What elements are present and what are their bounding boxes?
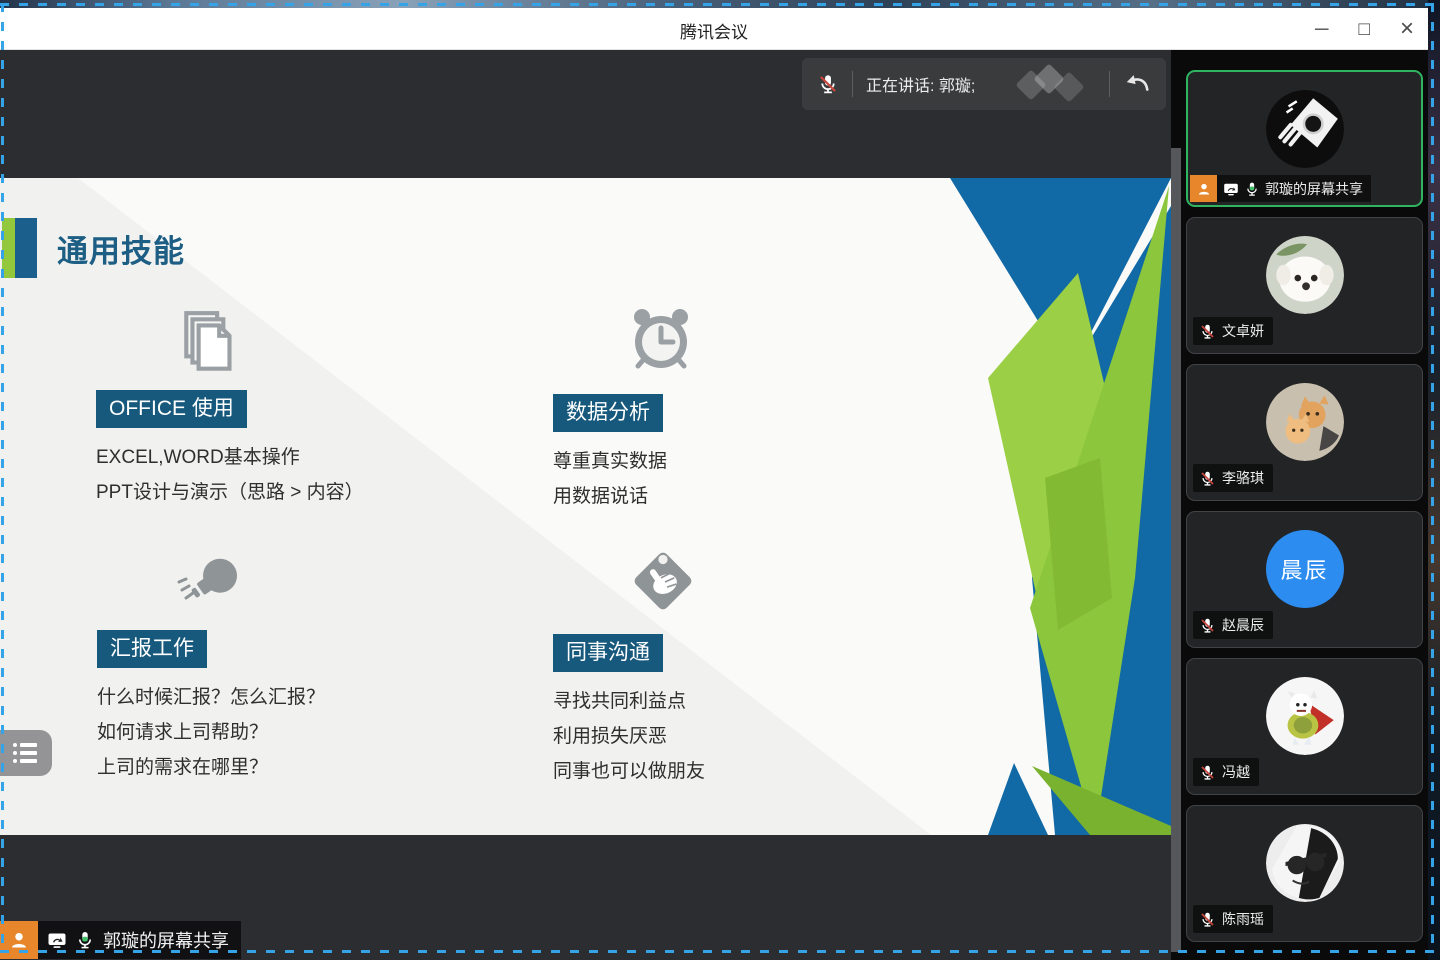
list-icon [9,738,43,768]
participant-tile-zhaochenchen[interactable]: 晨辰 赵晨辰 [1186,511,1423,648]
tile-name-label: 李骆琪 [1193,464,1273,492]
screen-share-icon [47,930,67,950]
tile-name-label: 文卓妍 [1193,317,1273,345]
panel-toggle-button[interactable] [0,730,52,776]
section-line: 同事也可以做朋友 [553,754,705,789]
share-banner: 郭璇的屏幕共享 [0,921,241,959]
speaker-toolbar: 正在讲话: 郭璇; [802,58,1166,110]
mic-muted-icon [1199,617,1216,634]
participant-name: 冯越 [1222,762,1250,782]
toolbar-divider [1109,71,1110,97]
section-communication: 同事沟通 寻找共同利益点 利用损失厌恶 同事也可以做朋友 [553,634,705,789]
share-border-bottom [0,950,1434,953]
initials-avatar: 晨辰 [1266,530,1344,608]
cartoon-avatar [1266,677,1344,755]
share-banner-label: 郭璇的屏幕共享 [38,921,241,959]
participant-name: 陈雨瑶 [1222,909,1264,929]
presentation-slide: 通用技能 [0,178,1171,835]
section-line: 尊重真实数据 [553,444,667,479]
participant-name: 文卓妍 [1222,321,1264,341]
lightbulb-icon [168,550,254,614]
window-titlebar: 腾讯会议 ─ □ × [0,8,1428,50]
presenter-badge [0,921,38,959]
stage-sidebar-divider[interactable] [1171,148,1181,952]
mic-muted-icon [817,73,839,95]
manga-avatar [1266,824,1344,902]
section-badge: 汇报工作 [97,630,207,668]
app-window: 腾讯会议 ─ □ × 正在讲话: 郭璇; [0,0,1440,960]
tag-hand-icon [624,542,702,620]
alarm-clock-icon [626,304,696,374]
section-badge: 同事沟通 [553,634,663,672]
section-office: OFFICE 使用 EXCEL,WORD基本操作 PPT设计与演示（思路 > 内… [96,390,364,510]
cats-avatar [1266,383,1344,461]
section-line: PPT设计与演示（思路 > 内容） [96,475,364,510]
participant-tile-wenzhuoyan[interactable]: 文卓妍 [1186,217,1423,354]
section-badge: OFFICE 使用 [96,390,247,428]
section-line: EXCEL,WORD基本操作 [96,440,364,475]
person-icon [1196,181,1212,197]
section-data-analysis: 数据分析 尊重真实数据 用数据说话 [553,394,667,514]
mic-muted-icon [1199,764,1216,781]
mic-live-icon [75,930,95,950]
participant-name: 郭璇的屏幕共享 [1265,179,1363,199]
section-line: 寻找共同利益点 [553,684,705,719]
participant-name: 李骆琪 [1222,468,1264,488]
documents-icon [176,306,248,382]
participant-tile-chenyuyao[interactable]: 陈雨瑶 [1186,805,1423,942]
tile-name-label: 赵晨辰 [1193,611,1273,639]
share-border-right [1431,3,1434,950]
section-line: 如何请求上司帮助？ [97,715,325,750]
close-button[interactable]: × [1400,17,1414,41]
toolbar-divider [852,71,853,97]
mic-muted-icon [1199,323,1216,340]
participant-tile-liluoqi[interactable]: 李骆琪 [1186,364,1423,501]
mic-muted-icon [1199,470,1216,487]
screen-share-stage: 正在讲话: 郭璇; 通用技能 [0,50,1171,960]
section-line: 上司的需求在哪里？ [97,750,325,785]
section-line: 利用损失厌恶 [553,719,705,754]
title-marker-blue [15,218,37,278]
participant-tile-fengyue[interactable]: 冯越 [1186,658,1423,795]
participants-sidebar: 郭璇的屏幕共享 [1171,50,1428,960]
window-title: 腾讯会议 [680,18,748,43]
screen-share-icon [1223,181,1239,197]
watch-hand-avatar [1266,90,1344,168]
reply-arrow-icon[interactable] [1123,70,1151,98]
section-line: 用数据说话 [553,479,667,514]
share-border-top [0,3,1434,6]
section-badge: 数据分析 [553,394,663,432]
minimize-button[interactable]: ─ [1315,20,1328,39]
tile-footer: 郭璇的屏幕共享 [1190,175,1371,202]
maximize-button[interactable]: □ [1359,20,1370,39]
person-icon [8,929,30,951]
mic-muted-icon [1199,911,1216,928]
dog-avatar [1266,236,1344,314]
presenter-badge [1190,175,1217,202]
tile-name-label: 冯越 [1193,758,1259,786]
desktop-wallpaper-strip-right [1428,0,1440,960]
speaking-label: 正在讲话: 郭璇; [866,72,975,96]
section-line: 什么时候汇报？怎么汇报？ [97,680,325,715]
avatar-initials-text: 晨辰 [1280,553,1328,585]
window-controls: ─ □ × [1315,8,1414,50]
share-border-left [1,3,4,950]
slide-title: 通用技能 [57,226,185,271]
blurred-watermark-logo [1018,66,1096,102]
participant-tile-guoxuan[interactable]: 郭璇的屏幕共享 [1186,70,1423,207]
mic-live-icon [1244,181,1260,197]
participant-name: 赵晨辰 [1222,615,1264,635]
tile-name-label: 陈雨瑶 [1193,905,1273,933]
section-reporting: 汇报工作 什么时候汇报？怎么汇报？ 如何请求上司帮助？ 上司的需求在哪里？ [97,630,325,785]
tile-name-label: 郭璇的屏幕共享 [1217,175,1371,202]
